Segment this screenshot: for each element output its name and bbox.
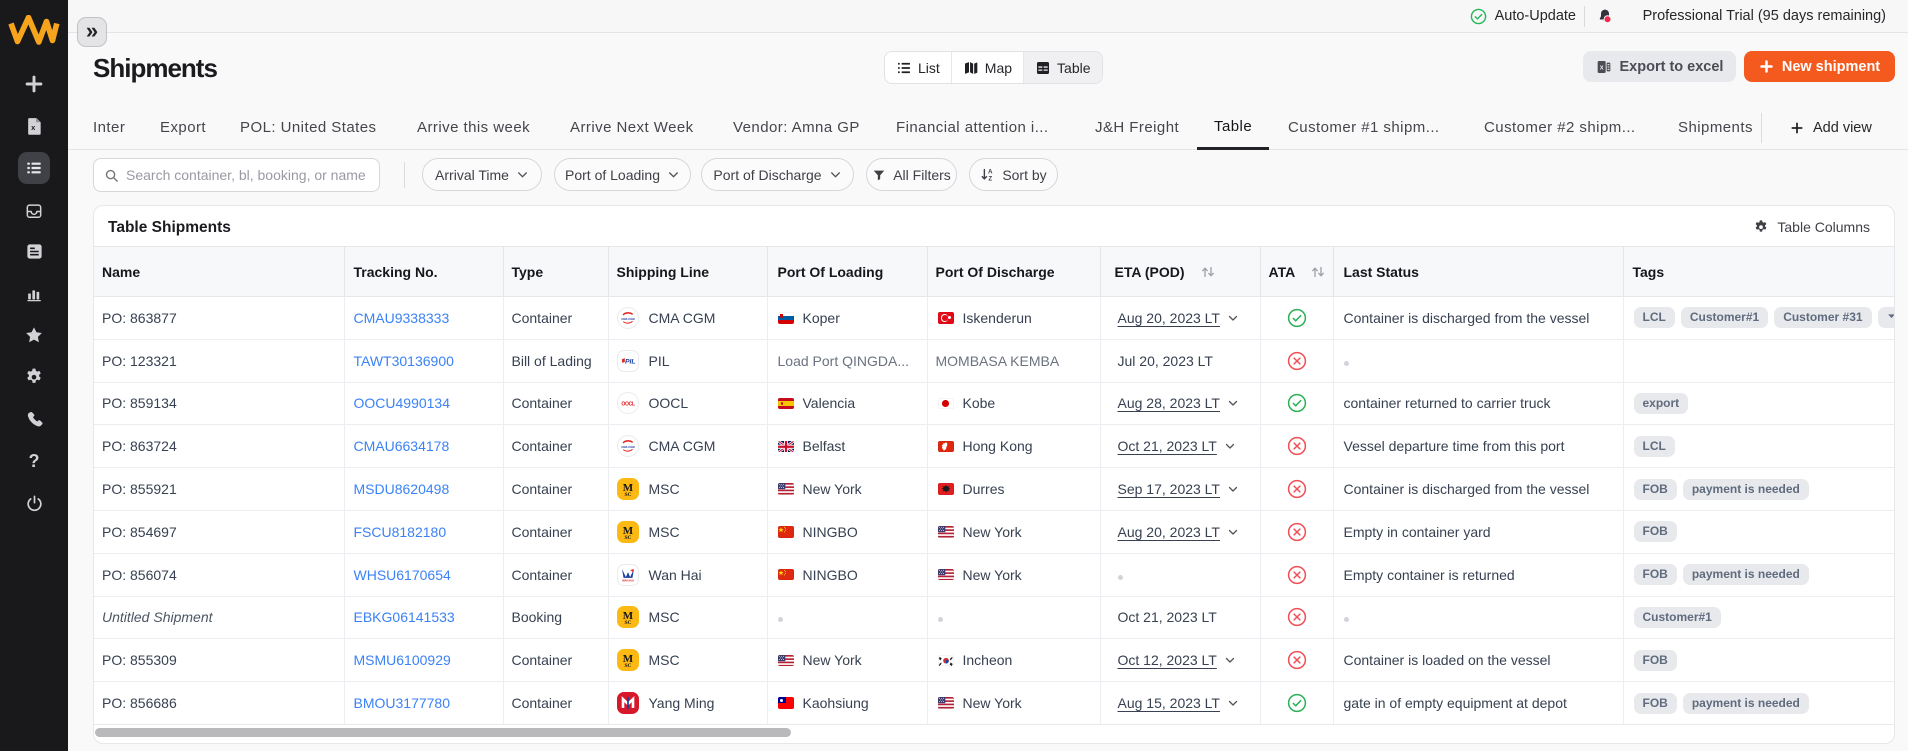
- svg-text:OOCL: OOCL: [621, 402, 634, 408]
- svg-text:SC: SC: [624, 620, 631, 626]
- svg-text:PIL: PIL: [624, 358, 635, 365]
- svg-text:x: x: [1599, 64, 1603, 71]
- svg-text:SC: SC: [624, 663, 631, 669]
- svg-text:CMA CGM: CMA CGM: [621, 445, 635, 449]
- svg-text:WAN HAI: WAN HAI: [622, 578, 634, 582]
- svg-text:SC: SC: [624, 492, 631, 498]
- svg-text:SC: SC: [624, 535, 631, 541]
- svg-text:CMA CGM: CMA CGM: [621, 317, 635, 321]
- svg-text:Z: Z: [989, 175, 993, 182]
- svg-text:A: A: [988, 169, 993, 176]
